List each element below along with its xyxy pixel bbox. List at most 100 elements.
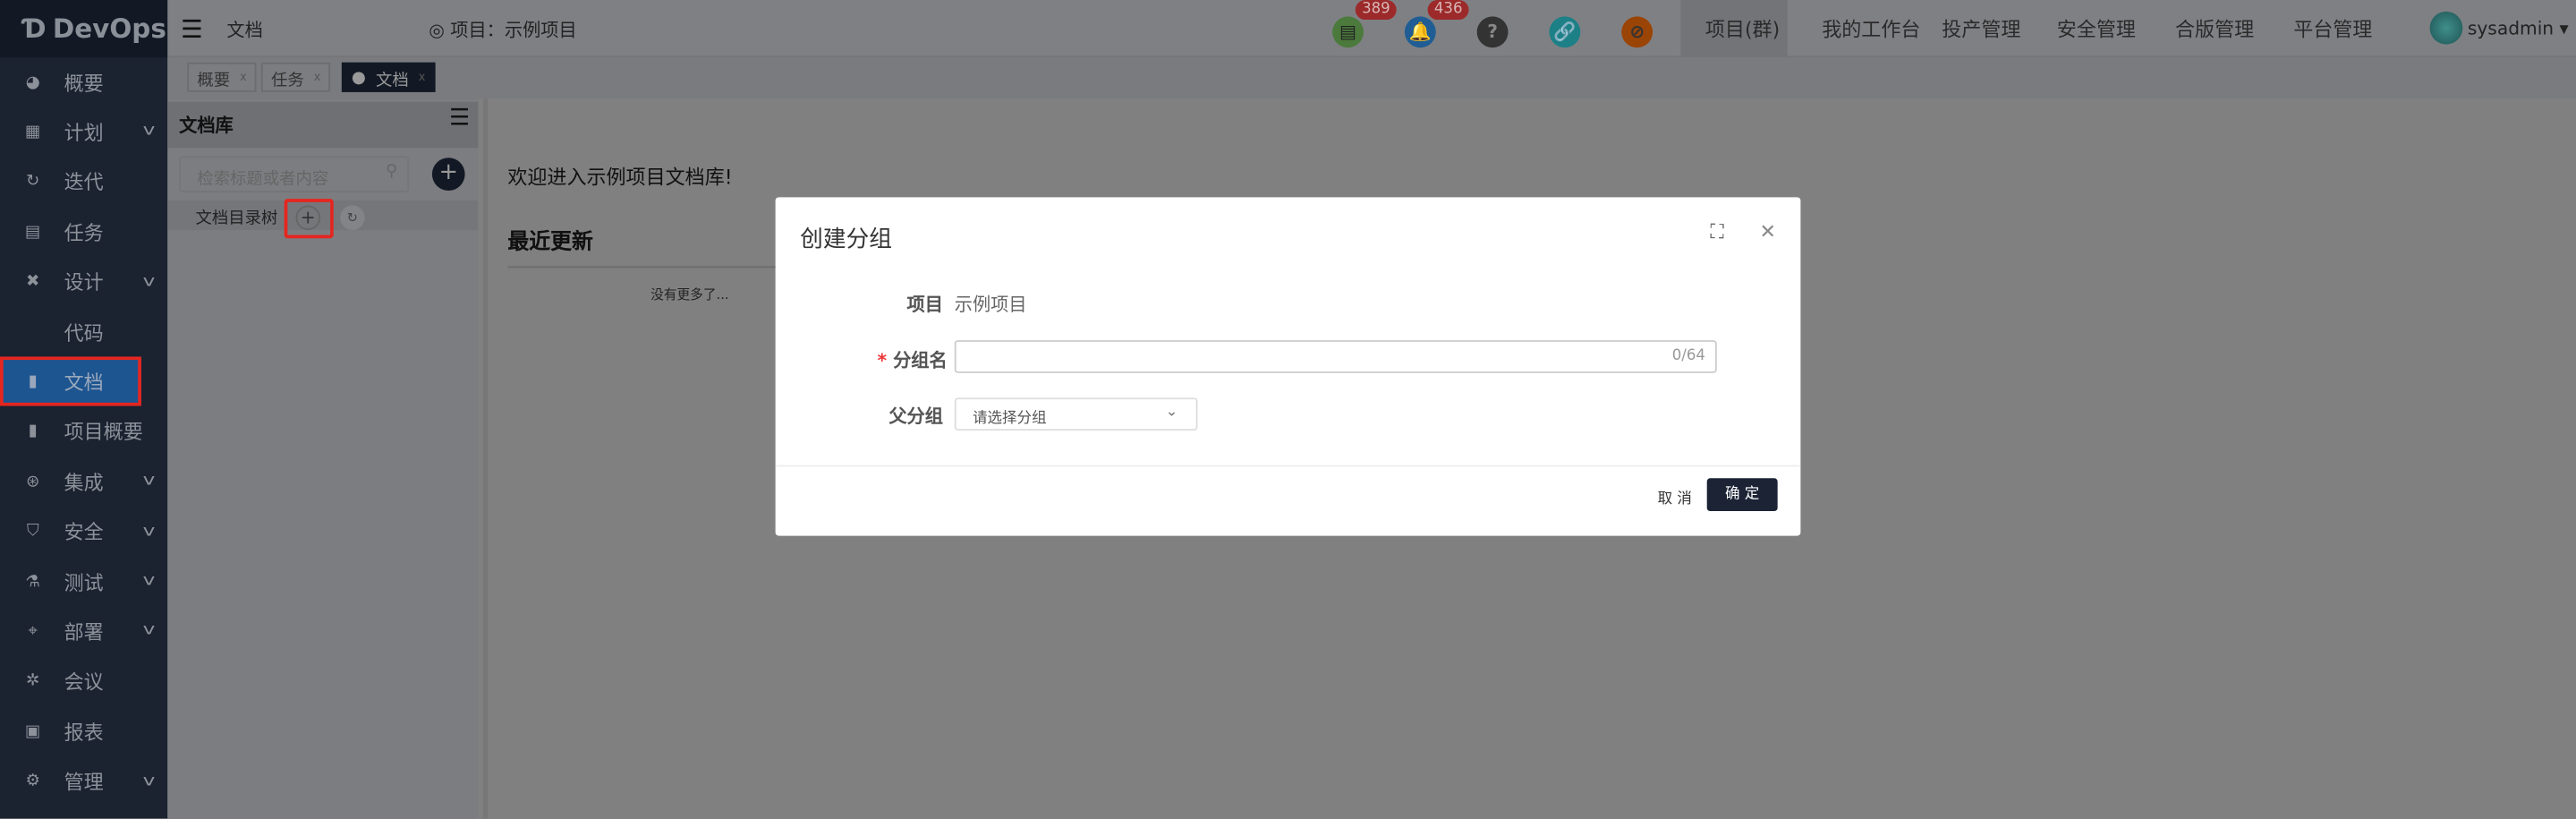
refresh-icon[interactable]: ↻: [340, 205, 365, 231]
sidebar-item-2[interactable]: ▦ 计划 v: [0, 107, 167, 157]
header: ☰ 文档 ◎ 项目：示例项目 ▤ 389 🔔 436 ? 🔗 ⊘ 项目(群) 我的…: [167, 0, 2576, 58]
document-icon: ▮: [28, 372, 38, 391]
tab-tasks[interactable]: 任务 x: [260, 62, 331, 92]
create-group-dialog: 创建分组 ⛶ ✕ 项目 示例项目 * 分组名 0/64 父分组 请选择分组 ⌄ …: [775, 197, 1801, 536]
sidebar-item-label: 集成: [64, 471, 104, 495]
project-summary-icon: ▮: [28, 422, 38, 441]
add-group-button[interactable]: +: [295, 205, 321, 231]
sidebar-item-1[interactable]: ◕ 概要: [0, 57, 167, 107]
sidebar-item-6[interactable]: 代码: [0, 307, 167, 356]
design-icon: ✖: [26, 272, 40, 292]
chevron-down-icon: v: [142, 124, 155, 141]
parent-group-select[interactable]: 请选择分组 ⌄: [954, 397, 1198, 431]
sidebar-item-label: 报表: [64, 721, 104, 745]
search-icon: ⚲: [385, 162, 398, 181]
nav-item-1[interactable]: 项目(群): [1705, 0, 1780, 57]
sidebar-item-3[interactable]: ↻ 迭代: [0, 158, 167, 207]
cancel-button[interactable]: 取 消: [1658, 486, 1692, 508]
confirm-button[interactable]: 确 定: [1706, 478, 1778, 512]
add-document-button[interactable]: +: [431, 158, 465, 191]
logo[interactable]: Ɗ DevOps: [0, 0, 168, 58]
close-icon[interactable]: x: [240, 71, 247, 84]
sidebar-item-11[interactable]: ⚗ 测试 v: [0, 557, 167, 606]
chevron-down-icon: v: [142, 273, 155, 291]
sidebar-item-12[interactable]: ⌖ 部署 v: [0, 607, 167, 656]
deploy-icon: ⌖: [28, 622, 38, 641]
sidebar-item-label: 文档: [64, 371, 104, 395]
no-more-text: 没有更多了...: [650, 287, 729, 303]
library-header: 文档库 ☰: [167, 101, 479, 149]
group-name-input[interactable]: 0/64: [954, 340, 1717, 373]
menu-toggle-icon[interactable]: ☰: [181, 15, 203, 45]
bell-icon[interactable]: 🔔: [1404, 16, 1436, 48]
nav-item-6[interactable]: 平台管理: [2293, 0, 2372, 57]
nav-item-3[interactable]: 投产管理: [1942, 0, 2020, 57]
chevron-down-icon: v: [142, 773, 155, 790]
fullscreen-icon[interactable]: ⛶: [1710, 220, 1723, 245]
close-icon[interactable]: x: [419, 71, 426, 84]
library-search-input[interactable]: 检索标题或者内容 ⚲: [179, 156, 410, 192]
char-counter: 0/64: [1671, 348, 1705, 365]
sidebar-item-9[interactable]: ⊛ 集成 v: [0, 457, 167, 507]
sidebar-item-label: 概要: [64, 71, 104, 95]
plan-icon: ▦: [25, 123, 41, 141]
library-menu-icon[interactable]: ☰: [449, 106, 470, 132]
integration-icon: ⊛: [26, 473, 40, 491]
sidebar-item-4[interactable]: ▤ 任务: [0, 208, 167, 257]
required-icon: *: [877, 350, 894, 371]
sidebar-item-label: 任务: [64, 221, 104, 245]
page-title: 文档: [226, 20, 263, 41]
link-icon[interactable]: 🔗: [1549, 16, 1581, 48]
project-label: 项目: [906, 294, 943, 316]
sidebar-item-10[interactable]: ⛉ 安全 v: [0, 508, 167, 557]
help-icon[interactable]: ?: [1476, 16, 1509, 48]
nav-item-2[interactable]: 我的工作台: [1822, 0, 1920, 57]
chevron-down-icon: v: [142, 623, 155, 640]
user-menu[interactable]: sysadmin ▾: [2468, 18, 2569, 39]
dialog-title: 创建分组: [800, 226, 893, 253]
avatar[interactable]: [2429, 11, 2463, 45]
chevron-down-icon: v: [142, 523, 155, 541]
iteration-icon: ↻: [26, 173, 40, 192]
sidebar-item-label: 管理: [64, 771, 104, 795]
sidebar-item-14[interactable]: ▣ 报表: [0, 707, 167, 756]
sidebar-item-label: 项目概要: [64, 421, 143, 445]
recent-title: 最近更新: [507, 230, 593, 255]
flask-icon: ⚗: [25, 572, 40, 592]
sidebar: Ɗ DevOps ◕ 概要 ▦ 计划 v ↻ 迭代 ▤ 任务 ✖ 设计 v 代码 ▮ 文档 ▮ 项目概要 ⊛ 集成 v ⛉…: [0, 0, 168, 819]
nav-item-4[interactable]: 安全管理: [2057, 0, 2136, 57]
project-selector[interactable]: ◎ 项目：示例项目: [429, 16, 576, 42]
close-icon[interactable]: x: [314, 71, 321, 84]
shield-icon: ⛉: [26, 523, 39, 542]
tree-label: 文档目录树: [195, 210, 278, 229]
docs-icon[interactable]: ▤: [1332, 16, 1364, 48]
sidebar-item-label: 测试: [64, 571, 104, 594]
sidebar-item-label: 计划: [64, 121, 104, 145]
tab-overview[interactable]: 概要 x: [187, 62, 257, 92]
sidebar-item-label: 代码: [64, 320, 104, 345]
active-dot-icon: ●: [351, 68, 366, 87]
chevron-down-icon: v: [142, 573, 155, 591]
eye-icon: ◎: [429, 20, 445, 41]
project-value: 示例项目: [954, 294, 1027, 316]
tab-documents[interactable]: ● 文档 x: [341, 62, 436, 92]
sidebar-item-15[interactable]: ⚙ 管理 v: [0, 757, 167, 806]
sidebar-item-label: 会议: [64, 670, 104, 695]
sidebar-item-7[interactable]: ▮ 文档: [0, 357, 141, 407]
sidebar-item-5[interactable]: ✖ 设计 v: [0, 258, 167, 307]
sidebar-item-13[interactable]: ✲ 会议: [0, 657, 167, 706]
no-entry-icon[interactable]: ⊘: [1621, 16, 1654, 48]
chevron-down-icon: ⌄: [1165, 404, 1178, 422]
nav-item-5[interactable]: 合版管理: [2175, 0, 2254, 57]
tab-bar: 概要 x 任务 x ● 文档 x: [167, 57, 2576, 99]
meeting-icon: ✲: [26, 672, 40, 691]
sidebar-item-8[interactable]: ▮ 项目概要: [0, 407, 167, 456]
close-icon[interactable]: ✕: [1759, 220, 1775, 243]
parent-group-label: 父分组: [888, 405, 943, 428]
docs-badge: 389: [1355, 0, 1398, 21]
dashboard-icon: ◕: [25, 73, 40, 91]
sidebar-item-label: 迭代: [64, 171, 104, 195]
sidebar-item-label: 部署: [64, 620, 104, 644]
task-icon: ▤: [25, 223, 41, 242]
notifications-badge: 436: [1427, 0, 1469, 21]
